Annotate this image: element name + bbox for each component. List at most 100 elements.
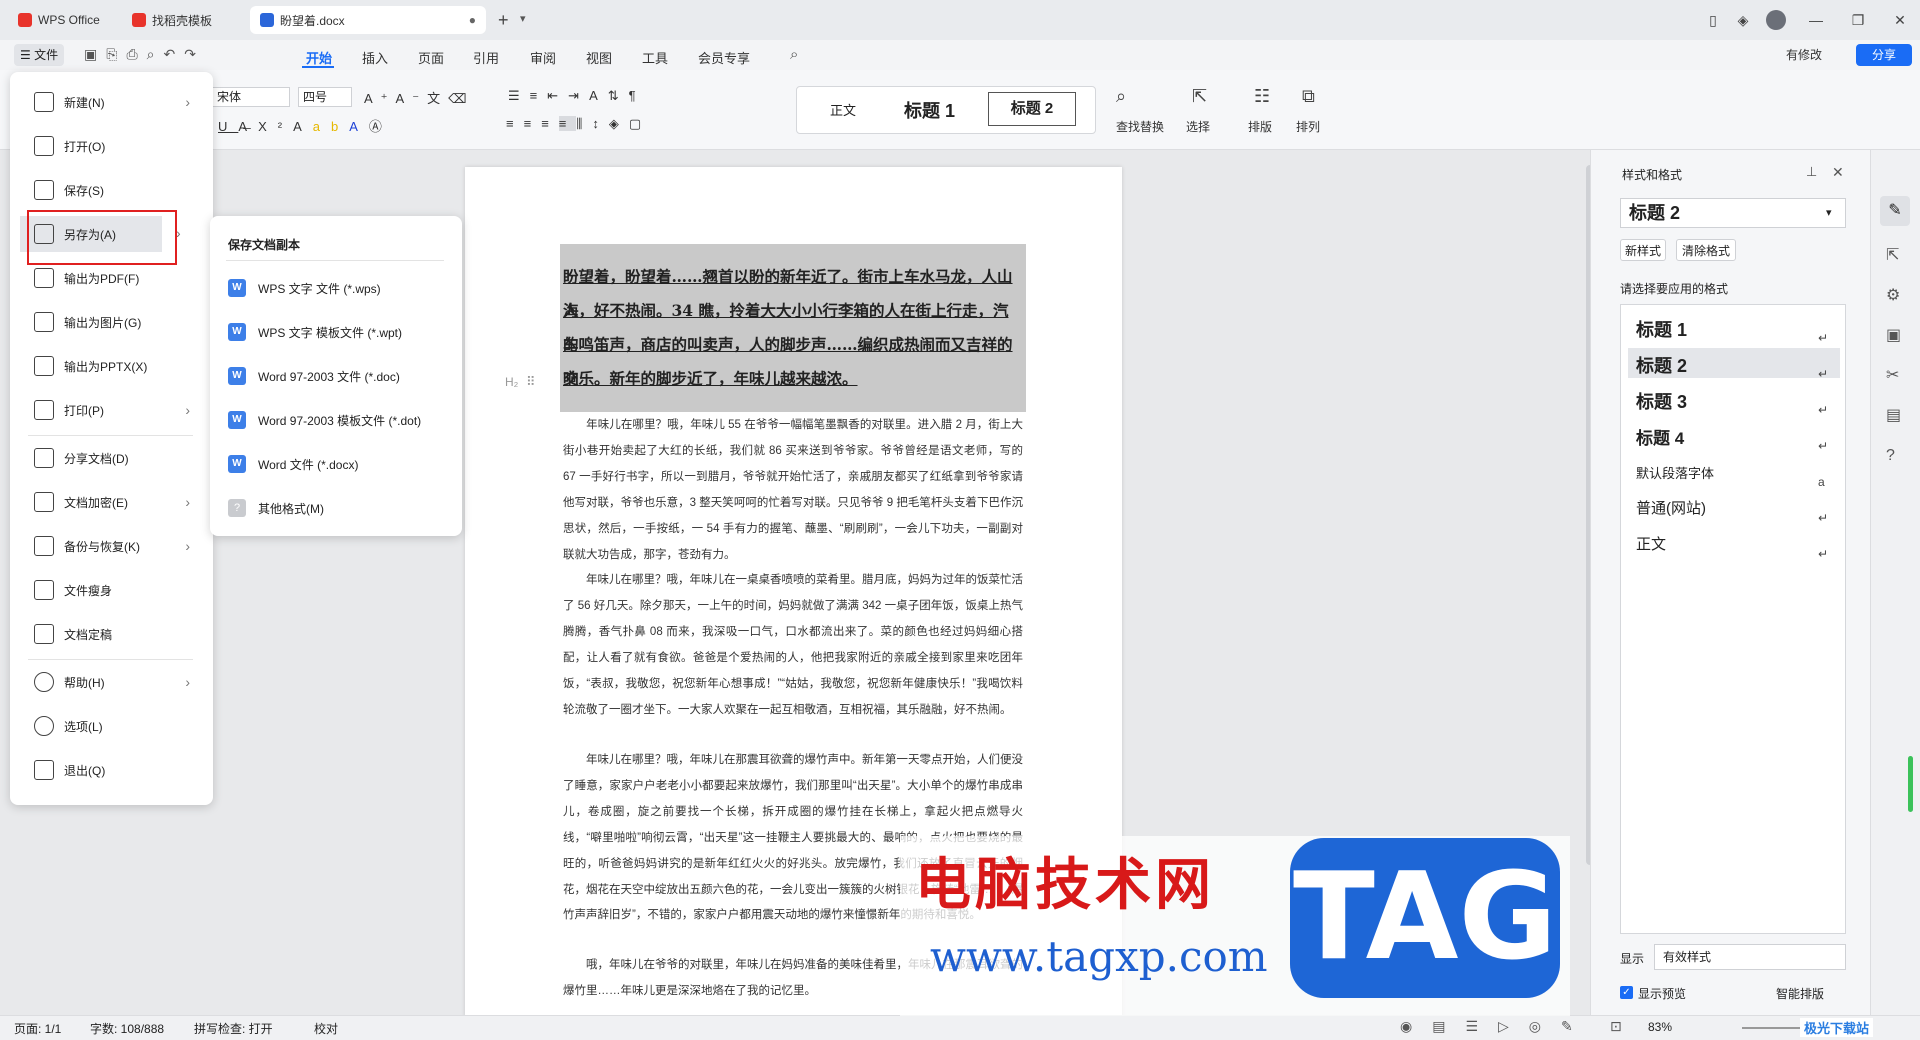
superscript-icon[interactable]: X² bbox=[258, 119, 293, 134]
save-format-wps[interactable]: W WPS 文字 文件 (*.wps) bbox=[228, 270, 448, 306]
sidebar-toggle-icon[interactable]: ▯ bbox=[1703, 10, 1723, 30]
decrease-indent-icon[interactable]: ⇤ bbox=[547, 88, 568, 103]
undo-icon[interactable]: ↶ bbox=[163, 46, 184, 62]
grow-font-icon[interactable]: A⁺ bbox=[364, 91, 396, 106]
web-view-icon[interactable]: ◎ bbox=[1529, 1018, 1561, 1034]
select-label[interactable]: 选择 bbox=[1186, 118, 1210, 135]
font-name-select[interactable]: 宋体 bbox=[212, 87, 290, 107]
show-filter-select[interactable]: 有效样式 bbox=[1654, 944, 1846, 970]
chevron-down-icon[interactable]: ▾ bbox=[1826, 206, 1832, 219]
heading-marker-icon[interactable]: H₂ bbox=[505, 375, 518, 389]
arrange-label[interactable]: 排列 bbox=[1296, 118, 1320, 135]
close-icon[interactable]: ✕ bbox=[1890, 10, 1910, 30]
pin-icon[interactable]: ⊥ bbox=[1806, 164, 1817, 180]
new-style-button[interactable]: 新样式 bbox=[1620, 239, 1666, 261]
search-icon[interactable]: ⌕ bbox=[790, 46, 798, 63]
show-marks-icon[interactable]: ¶ bbox=[629, 88, 646, 103]
style-heading1[interactable]: 标题 1 bbox=[904, 97, 955, 123]
adjust-icon[interactable]: ⚙ bbox=[1886, 287, 1900, 304]
save-format-docx[interactable]: W Word 文件 (*.docx) bbox=[228, 446, 448, 482]
preview-checkbox[interactable]: ✓ bbox=[1620, 986, 1633, 999]
clear-format-icon[interactable]: ⌫ bbox=[448, 91, 474, 106]
menu-item-backup[interactable]: 备份与恢复(K) › bbox=[20, 528, 190, 564]
new-tab-button[interactable]: + bbox=[498, 10, 509, 31]
outline-view-icon[interactable]: ☰ bbox=[1465, 1018, 1498, 1034]
save-format-dot[interactable]: W Word 97-2003 模板文件 (*.dot) bbox=[228, 402, 448, 438]
align-left-icon[interactable]: ≡ bbox=[506, 116, 524, 131]
font-color-icon[interactable]: A bbox=[349, 119, 369, 134]
tab-wps-office[interactable]: WPS Office bbox=[8, 6, 114, 34]
word-count[interactable]: 字数: 108/888 bbox=[90, 1020, 164, 1037]
drag-handle-icon[interactable]: ⠿ bbox=[526, 374, 536, 390]
tab-home[interactable]: 开始 bbox=[306, 48, 332, 67]
book-icon[interactable]: ▤ bbox=[1886, 407, 1901, 424]
export-icon[interactable]: ⎘ bbox=[106, 46, 126, 62]
highlight-icon[interactable]: ab bbox=[313, 119, 349, 134]
tab-references[interactable]: 引用 bbox=[473, 48, 499, 67]
menu-item-slim[interactable]: 文件瘦身 bbox=[20, 572, 190, 608]
smart-layout-button[interactable]: 智能排版 bbox=[1776, 985, 1824, 1002]
tab-review[interactable]: 审阅 bbox=[530, 48, 556, 67]
cube-icon[interactable]: ◈ bbox=[1733, 10, 1753, 30]
tab-view[interactable]: 视图 bbox=[586, 48, 612, 67]
strikethrough-icon[interactable]: A̶ bbox=[238, 119, 258, 134]
has-changes-label[interactable]: 有修改 bbox=[1786, 46, 1822, 63]
style-normal[interactable]: 正文 bbox=[830, 100, 856, 119]
menu-item-export-pdf[interactable]: 输出为PDF(F) bbox=[20, 260, 190, 296]
spellcheck-status[interactable]: 拼写检查: 打开 bbox=[194, 1020, 273, 1037]
zoom-level[interactable]: 83% bbox=[1648, 1020, 1672, 1034]
redo-icon[interactable]: ↷ bbox=[184, 46, 205, 62]
text-effect-icon[interactable]: A bbox=[293, 119, 313, 134]
arrange-icon[interactable]: ⧉ bbox=[1302, 86, 1315, 107]
sort-icon[interactable]: ⇅ bbox=[608, 88, 629, 103]
image-icon[interactable]: ▣ bbox=[1886, 327, 1901, 344]
layout-icon[interactable]: ☷ bbox=[1254, 86, 1270, 107]
shrink-font-icon[interactable]: A⁻ bbox=[396, 91, 428, 106]
avatar[interactable] bbox=[1766, 10, 1786, 30]
file-menu-button[interactable]: ☰ 文件 bbox=[14, 44, 64, 66]
preview-label[interactable]: 显示预览 bbox=[1638, 985, 1686, 1002]
tab-tools[interactable]: 工具 bbox=[642, 48, 668, 67]
proofread-status[interactable]: 校对 bbox=[314, 1020, 338, 1037]
numbering-icon[interactable]: ≡ bbox=[530, 88, 548, 103]
body-paragraph[interactable]: 年味儿在哪里？哦，年味儿在一桌桌香喷喷的菜肴里。腊月底，妈妈为过年的饭菜忙活了 … bbox=[563, 568, 1023, 746]
increase-indent-icon[interactable]: ⇥ bbox=[568, 88, 589, 103]
help-icon[interactable]: ? bbox=[1886, 447, 1895, 464]
save-format-wpt[interactable]: W WPS 文字 模板文件 (*.wpt) bbox=[228, 314, 448, 350]
layout-label[interactable]: 排版 bbox=[1248, 118, 1272, 135]
save-icon[interactable]: ▣ bbox=[84, 46, 106, 62]
find-replace-label[interactable]: 查找替换 bbox=[1116, 118, 1164, 135]
save-format-other[interactable]: ? 其他格式(M) bbox=[228, 490, 448, 526]
menu-item-export-image[interactable]: 输出为图片(G) bbox=[20, 304, 190, 340]
style-item[interactable]: 标题 3 bbox=[1636, 388, 1687, 414]
body-paragraph[interactable]: 年味儿在哪里？哦，年味儿 55 在爷爷一幅幅笔墨飘香的对联里。进入腊 2 月，街… bbox=[563, 413, 1023, 565]
find-replace-icon[interactable]: ⌕ bbox=[1116, 86, 1126, 107]
underline-icon[interactable]: U bbox=[218, 119, 238, 134]
style-item[interactable]: 默认段落字体 bbox=[1636, 463, 1714, 482]
style-item[interactable]: 正文 bbox=[1636, 533, 1666, 554]
style-heading2[interactable]: 标题 2 bbox=[988, 92, 1076, 126]
page-view-icon[interactable]: ▤ bbox=[1432, 1018, 1465, 1034]
current-style-select[interactable]: 标题 2 bbox=[1620, 198, 1846, 228]
tab-page[interactable]: 页面 bbox=[418, 48, 444, 67]
tab-insert[interactable]: 插入 bbox=[362, 48, 388, 67]
restore-icon[interactable]: ❐ bbox=[1848, 10, 1868, 30]
font-size-select[interactable]: 四号 bbox=[298, 87, 352, 107]
preview-icon[interactable]: ⌕ bbox=[147, 46, 164, 62]
style-item[interactable]: 标题 1 bbox=[1636, 316, 1687, 342]
save-format-doc[interactable]: W Word 97-2003 文件 (*.doc) bbox=[228, 358, 448, 394]
share-button[interactable]: 分享 bbox=[1856, 44, 1912, 66]
tab-template[interactable]: 找稻壳模板 bbox=[122, 6, 242, 34]
menu-item-print[interactable]: 打印(P) › bbox=[20, 392, 190, 428]
tab-close-icon[interactable]: ● bbox=[469, 13, 476, 27]
menu-item-help[interactable]: 帮助(H) › bbox=[20, 664, 190, 700]
distribute-icon[interactable]: ⫼ bbox=[576, 116, 592, 131]
menu-item-open[interactable]: 打开(O) bbox=[20, 128, 190, 164]
minimize-icon[interactable]: — bbox=[1806, 10, 1826, 30]
menu-item-exit[interactable]: 退出(Q) bbox=[20, 752, 190, 788]
style-item[interactable]: 标题 2 bbox=[1636, 352, 1687, 378]
bullets-icon[interactable]: ☰ bbox=[508, 88, 530, 103]
pen-mode-icon[interactable]: ✎ bbox=[1561, 1018, 1593, 1034]
align-right-icon[interactable]: ≡ bbox=[541, 116, 559, 131]
align-center-icon[interactable]: ≡ bbox=[524, 116, 542, 131]
